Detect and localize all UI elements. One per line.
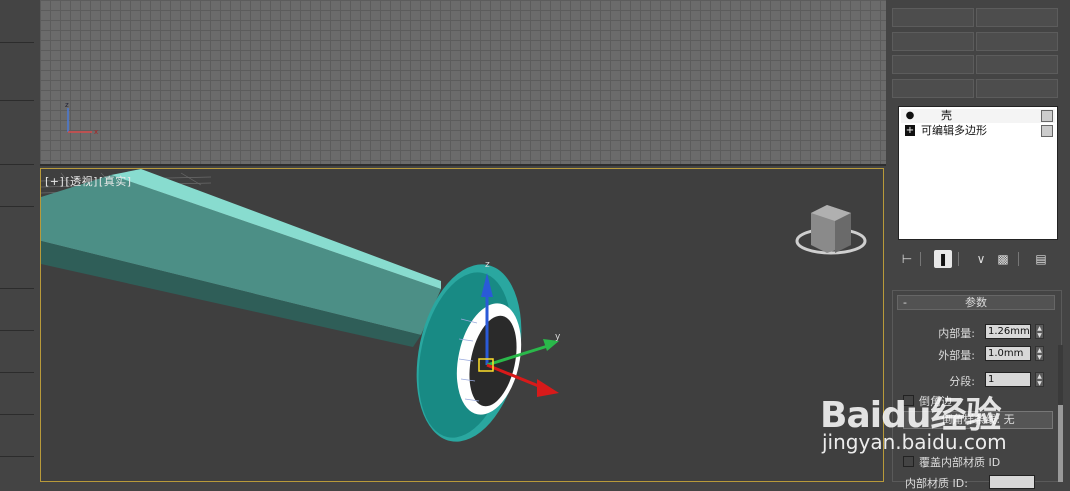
perspective-viewport[interactable]: z y [+][透视][真实] xyxy=(40,168,884,482)
viewport-menu-plus[interactable]: [+] xyxy=(45,175,64,188)
svg-text:z: z xyxy=(485,260,490,270)
outer-amount-spinner[interactable]: ▲ ▼ xyxy=(1035,346,1044,361)
modifier-set-button[interactable] xyxy=(976,32,1058,51)
panel-scrollbar[interactable] xyxy=(1058,345,1063,482)
divider xyxy=(920,252,921,266)
inner-amount-field[interactable]: 1.26mm xyxy=(985,324,1031,339)
parameters-rollout: - 参数 内部量: 1.26mm ▲ ▼ 外部量: 1.0mm ▲ ▼ 分段: 1 … xyxy=(892,290,1063,490)
stack-item-toggle[interactable] xyxy=(1041,125,1053,137)
override-inner-mat-label: 覆盖内部材质 ID xyxy=(919,456,1001,469)
strip-divider xyxy=(0,414,34,415)
inner-mat-id-row: 内部材质 ID: xyxy=(897,475,1057,490)
configure-modifier-sets-icon[interactable]: ▤ xyxy=(1032,250,1050,268)
remove-modifier-icon[interactable]: ▩ xyxy=(994,250,1012,268)
show-end-result-icon[interactable]: ❚ xyxy=(934,250,952,268)
inner-amount-row: 内部量: 1.26mm ▲ ▼ xyxy=(893,323,1063,341)
inner-mat-id-field[interactable] xyxy=(989,475,1035,489)
axis-z-label: z xyxy=(65,101,69,109)
view-cube-icon[interactable] xyxy=(795,205,867,255)
rollout-title: 参数 xyxy=(965,296,987,309)
panel-scrollbar-thumb[interactable] xyxy=(1058,405,1063,482)
modifier-set-button[interactable] xyxy=(892,8,974,27)
segments-field[interactable]: 1 xyxy=(985,372,1031,387)
strip-divider xyxy=(0,288,34,289)
tube-body[interactable] xyxy=(41,175,441,335)
make-unique-icon[interactable]: ∨ xyxy=(972,250,990,268)
stack-toolbar: ⊢ ❚ ∨ ▩ ▤ xyxy=(896,250,1062,270)
light-bulb-icon[interactable]: ● xyxy=(905,110,915,121)
segments-label: 分段: xyxy=(949,375,975,388)
stack-item-toggle[interactable] xyxy=(1041,110,1053,122)
top-viewport[interactable]: z x xyxy=(40,0,886,166)
outer-amount-label: 外部量: xyxy=(938,349,975,362)
rollout-header[interactable]: - 参数 xyxy=(897,295,1055,310)
viewport-menu-shading[interactable]: [真实] xyxy=(99,175,132,188)
strip-divider xyxy=(0,330,34,331)
stack-item-shell[interactable]: ● 壳 xyxy=(901,109,1055,123)
strip-divider xyxy=(0,206,34,207)
segments-spinner[interactable]: ▲ ▼ xyxy=(1035,372,1044,387)
bevel-edges-checkbox[interactable] xyxy=(903,395,914,406)
override-inner-mat-checkbox[interactable] xyxy=(903,456,914,467)
viewport-menu-view[interactable]: [透视] xyxy=(65,175,98,188)
strip-divider xyxy=(0,372,34,373)
left-toolbar-strip xyxy=(0,0,36,482)
divider xyxy=(1018,252,1019,266)
scene-canvas[interactable]: z y xyxy=(41,169,884,482)
modifier-set-button[interactable] xyxy=(976,55,1058,74)
stack-item-label: 可编辑多边形 xyxy=(921,124,987,137)
strip-divider xyxy=(0,100,34,101)
viewport-label[interactable]: [+][透视][真实] xyxy=(45,173,133,189)
axis-x-label: x xyxy=(94,128,98,136)
pin-stack-icon[interactable]: ⊢ xyxy=(898,250,916,268)
expand-plus-icon[interactable]: + xyxy=(905,125,915,136)
outer-amount-field[interactable]: 1.0mm xyxy=(985,346,1031,361)
bevel-edges-group: 倒角边 倒角样条线: 无 xyxy=(897,391,1057,431)
strip-divider xyxy=(0,456,34,457)
divider xyxy=(958,252,959,266)
modifier-set-button[interactable] xyxy=(976,8,1058,27)
modifier-set-button[interactable] xyxy=(892,79,974,98)
segments-row: 分段: 1 ▲ ▼ xyxy=(893,371,1063,389)
svg-text:y: y xyxy=(555,332,561,342)
inner-amount-label: 内部量: xyxy=(938,327,975,340)
modifier-set-button[interactable] xyxy=(892,32,974,51)
command-panel: ● 壳 + 可编辑多边形 ⊢ ❚ ∨ ▩ ▤ - 参数 内部量: 1.26mm … xyxy=(888,0,1070,490)
bevel-edges-label: 倒角边 xyxy=(919,395,952,408)
outer-amount-row: 外部量: 1.0mm ▲ ▼ xyxy=(893,345,1063,363)
modifier-set-button[interactable] xyxy=(892,55,974,74)
inner-amount-spinner[interactable]: ▲ ▼ xyxy=(1035,324,1044,339)
axis-tripod-icon: z x xyxy=(65,101,98,136)
strip-divider xyxy=(0,164,34,165)
bevel-spline-button[interactable]: 倒角样条线: 无 xyxy=(903,411,1053,429)
modifier-stack-list[interactable]: ● 壳 + 可编辑多边形 xyxy=(898,106,1058,240)
stack-item-editable-poly[interactable]: + 可编辑多边形 xyxy=(901,124,1055,138)
strip-divider xyxy=(0,42,34,43)
inner-mat-id-label: 内部材质 ID: xyxy=(905,477,968,490)
stack-item-label: 壳 xyxy=(941,109,952,122)
override-inner-mat-row: 覆盖内部材质 ID xyxy=(897,453,1057,469)
modifier-set-button[interactable] xyxy=(976,79,1058,98)
